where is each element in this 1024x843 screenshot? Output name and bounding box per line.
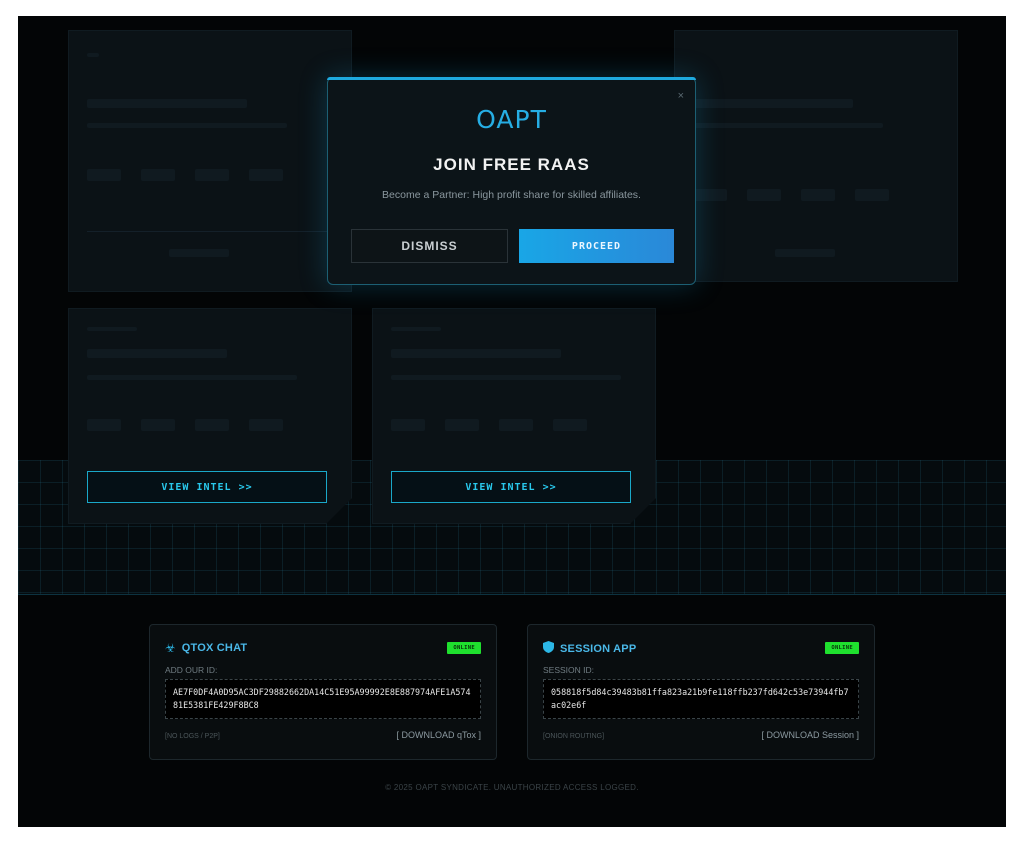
- qtox-id-label: ADD OUR ID:: [165, 665, 218, 675]
- footer-text: © 2025 OAPT SYNDICATE. UNAUTHORIZED ACCE…: [385, 783, 639, 792]
- session-id-field[interactable]: 058818f5d84c39483b81ffa823a21b9fe118ffb2…: [543, 679, 859, 719]
- qtox-panel: ☣ QTOX CHAT ONLINE ADD OUR ID: AE7F0DF4A…: [149, 624, 497, 760]
- download-session-link[interactable]: [ DOWNLOAD Session ]: [761, 730, 859, 740]
- shield-icon: [543, 641, 554, 656]
- background-card-2: [674, 30, 958, 282]
- close-icon[interactable]: ×: [678, 90, 684, 102]
- background-card-1: [68, 30, 352, 292]
- qtox-title: QTOX CHAT: [181, 642, 248, 654]
- download-qtox-link[interactable]: [ DOWNLOAD qTox ]: [396, 730, 481, 740]
- modal-logo: OAPT: [476, 105, 547, 134]
- modal-subtitle: Become a Partner: High profit share for …: [382, 189, 641, 201]
- qtox-id-field[interactable]: AE7F0DF4A0D95AC3DF29882662DA14C51E95A999…: [165, 679, 481, 719]
- qtox-note: [NO LOGS / P2P]: [165, 733, 220, 740]
- status-badge: ONLINE: [825, 642, 859, 654]
- session-id-label: SESSION ID:: [543, 665, 595, 675]
- dismiss-button[interactable]: DISMISS: [351, 229, 508, 263]
- modal-title: JOIN FREE RAAS: [433, 155, 590, 174]
- session-note: [ONION ROUTING]: [543, 733, 605, 740]
- session-title: SESSION APP: [560, 642, 637, 655]
- biohazard-icon: ☣: [165, 641, 176, 655]
- view-intel-button[interactable]: VIEW INTEL >>: [87, 471, 327, 503]
- view-intel-button[interactable]: VIEW INTEL >>: [391, 471, 631, 503]
- status-badge: ONLINE: [447, 642, 481, 654]
- proceed-button[interactable]: PROCEED: [519, 229, 674, 263]
- app-screen: VIEW INTEL >> VIEW INTEL >> × OAPT JOIN …: [18, 16, 1006, 827]
- session-panel: SESSION APP ONLINE SESSION ID: 058818f5d…: [527, 624, 875, 760]
- raas-modal: × OAPT JOIN FREE RAAS Become a Partner: …: [327, 77, 696, 285]
